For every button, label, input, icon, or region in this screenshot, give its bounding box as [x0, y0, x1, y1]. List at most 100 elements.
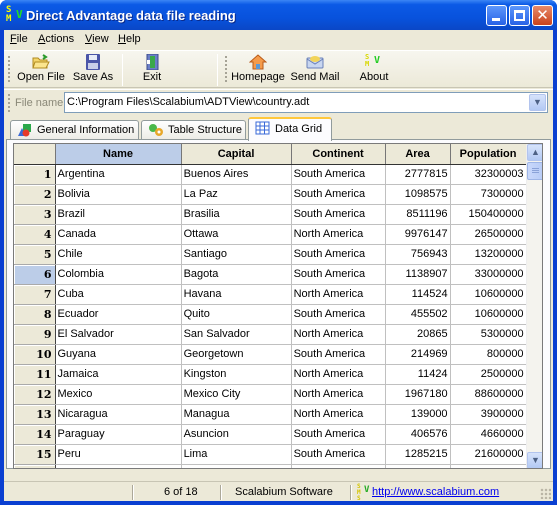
- cell-continent[interactable]: South America: [291, 164, 386, 185]
- cell-capital[interactable]: Santiago: [181, 244, 292, 265]
- cell-population[interactable]: 26500000: [450, 224, 527, 245]
- website-link[interactable]: http://www.scalabium.com: [372, 486, 499, 498]
- cell-population[interactable]: 33000000: [450, 264, 527, 285]
- cell-population[interactable]: 32300003: [450, 164, 527, 185]
- cell-name[interactable]: Argentina: [55, 164, 182, 185]
- cell-population[interactable]: 5300000: [450, 324, 527, 345]
- table-row[interactable]: 15 Peru Lima South America 1285215 21600000: [14, 444, 527, 465]
- cell-population[interactable]: 249200000: [450, 464, 527, 468]
- cell-continent[interactable]: South America: [291, 264, 386, 285]
- cell-continent[interactable]: South America: [291, 204, 386, 225]
- cell-population[interactable]: 4660000: [450, 424, 527, 445]
- cell-area[interactable]: 214969: [385, 344, 451, 365]
- cell-area[interactable]: 1098575: [385, 184, 451, 205]
- cell-capital[interactable]: Quito: [181, 304, 292, 325]
- menu-help[interactable]: Help: [118, 33, 141, 45]
- cell-name[interactable]: Brazil: [55, 204, 182, 225]
- maximize-button[interactable]: [509, 5, 530, 26]
- vertical-scrollbar[interactable]: ▲ ▼: [526, 144, 542, 468]
- cell-name[interactable]: Paraguay: [55, 424, 182, 445]
- table-row[interactable]: 9 El Salvador San Salvador North America 208…: [14, 324, 527, 345]
- cell-area[interactable]: 11424: [385, 364, 451, 385]
- cell-area[interactable]: 1967180: [385, 384, 451, 405]
- column-header-area[interactable]: Area: [385, 144, 451, 165]
- row-number[interactable]: 8: [14, 304, 56, 325]
- resize-grip[interactable]: [540, 488, 551, 499]
- row-number[interactable]: 14: [14, 424, 56, 445]
- cell-capital[interactable]: Bagota: [181, 264, 292, 285]
- minimize-button[interactable]: [486, 5, 507, 26]
- cell-name[interactable]: Guyana: [55, 344, 182, 365]
- cell-area[interactable]: 1138907: [385, 264, 451, 285]
- cell-name[interactable]: Cuba: [55, 284, 182, 305]
- column-header-capital[interactable]: Capital: [181, 144, 292, 165]
- cell-name[interactable]: Mexico: [55, 384, 182, 405]
- row-number[interactable]: 1: [14, 164, 56, 185]
- menu-view[interactable]: View: [85, 33, 109, 45]
- table-row[interactable]: 1 Argentina Buenos Aires South America 27778…: [14, 164, 527, 185]
- tab-general-information[interactable]: General Information: [10, 120, 139, 140]
- cell-capital[interactable]: Asuncion: [181, 424, 292, 445]
- row-number[interactable]: 3: [14, 204, 56, 225]
- title-bar[interactable]: SMV Direct Advantage data file reading ✕: [0, 0, 557, 30]
- cell-continent[interactable]: North America: [291, 464, 386, 468]
- column-header-name[interactable]: Name: [55, 144, 182, 165]
- cell-name[interactable]: Bolivia: [55, 184, 182, 205]
- table-row[interactable]: 10 Guyana Georgetown South America 214969 800…: [14, 344, 527, 365]
- row-number[interactable]: 7: [14, 284, 56, 305]
- cell-capital[interactable]: Washington: [181, 464, 292, 468]
- cell-area[interactable]: 9976147: [385, 224, 451, 245]
- about-button[interactable]: SMV About: [356, 53, 392, 87]
- exit-button[interactable]: Exit: [132, 53, 172, 87]
- row-number[interactable]: 16: [14, 464, 56, 468]
- scroll-thumb[interactable]: [527, 162, 542, 180]
- cell-name[interactable]: United States of America: [55, 464, 182, 468]
- row-number[interactable]: 12: [14, 384, 56, 405]
- cell-capital[interactable]: Buenos Aires: [181, 164, 292, 185]
- cell-population[interactable]: 150400000: [450, 204, 527, 225]
- menu-file[interactable]: File: [10, 33, 28, 45]
- tab-data-grid[interactable]: Data Grid: [248, 117, 332, 141]
- table-row[interactable]: 16United States of AmericaWashingtonNort…: [14, 464, 527, 468]
- row-number[interactable]: 4: [14, 224, 56, 245]
- cell-name[interactable]: El Salvador: [55, 324, 182, 345]
- cell-area[interactable]: 406576: [385, 424, 451, 445]
- cell-capital[interactable]: Ottawa: [181, 224, 292, 245]
- close-button[interactable]: ✕: [532, 5, 553, 26]
- homepage-button[interactable]: Homepage: [230, 53, 286, 87]
- table-row[interactable]: 4 Canada Ottawa North America 9976147 2650000…: [14, 224, 527, 245]
- filebar-grip[interactable]: [8, 94, 10, 112]
- row-number[interactable]: 11: [14, 364, 56, 385]
- scroll-up-button[interactable]: ▲: [527, 144, 542, 161]
- cell-continent[interactable]: South America: [291, 184, 386, 205]
- cell-population[interactable]: 10600000: [450, 304, 527, 325]
- cell-area[interactable]: 455502: [385, 304, 451, 325]
- cell-continent[interactable]: North America: [291, 404, 386, 425]
- cell-area[interactable]: 8511196: [385, 204, 451, 225]
- cell-capital[interactable]: Managua: [181, 404, 292, 425]
- cell-name[interactable]: Colombia: [55, 264, 182, 285]
- cell-area[interactable]: 114524: [385, 284, 451, 305]
- cell-capital[interactable]: San Salvador: [181, 324, 292, 345]
- toolbar-grip[interactable]: [8, 56, 10, 84]
- cell-name[interactable]: Peru: [55, 444, 182, 465]
- column-header-population[interactable]: Population: [450, 144, 527, 165]
- cell-capital[interactable]: Lima: [181, 444, 292, 465]
- cell-area[interactable]: 139000: [385, 404, 451, 425]
- table-row[interactable]: 2 Bolivia La Paz South America 1098575 730000…: [14, 184, 527, 205]
- table-row[interactable]: 7 Cuba Havana North America 114524 10600000: [14, 284, 527, 305]
- table-row[interactable]: 11 Jamaica Kingston North America 11424 25000…: [14, 364, 527, 385]
- cell-capital[interactable]: La Paz: [181, 184, 292, 205]
- file-name-combobox[interactable]: C:\Program Files\Scalabium\ADTView\count…: [64, 92, 548, 113]
- scroll-down-button[interactable]: ▼: [527, 452, 542, 468]
- cell-continent[interactable]: North America: [291, 284, 386, 305]
- cell-area[interactable]: 9363130: [385, 464, 451, 468]
- cell-continent[interactable]: South America: [291, 304, 386, 325]
- tab-table-structure[interactable]: Table Structure: [141, 120, 246, 140]
- cell-population[interactable]: 2500000: [450, 364, 527, 385]
- row-number[interactable]: 13: [14, 404, 56, 425]
- cell-capital[interactable]: Havana: [181, 284, 292, 305]
- toolbar-grip[interactable]: [225, 56, 227, 84]
- cell-area[interactable]: 20865: [385, 324, 451, 345]
- row-number[interactable]: 2: [14, 184, 56, 205]
